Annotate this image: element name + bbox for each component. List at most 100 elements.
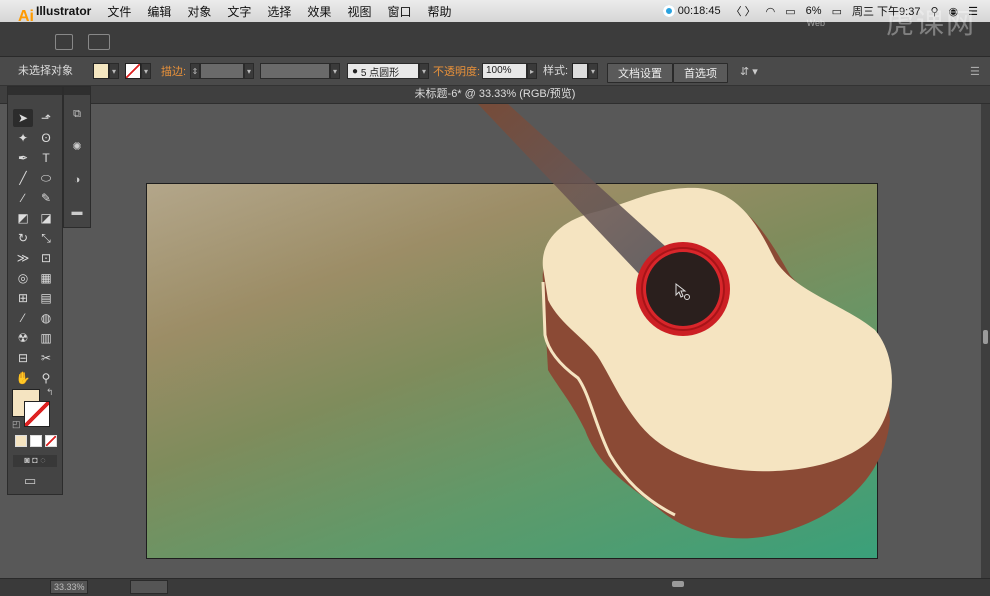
- chevron-down-icon[interactable]: ▾: [244, 63, 254, 79]
- fill-swatch[interactable]: [93, 63, 109, 79]
- fill-color-control[interactable]: ▾: [93, 63, 119, 79]
- arrange-documents-button[interactable]: [88, 34, 110, 50]
- menu-type[interactable]: 文字: [219, 3, 259, 20]
- stroke-weight-input[interactable]: [200, 63, 244, 79]
- stroke-label[interactable]: 描边:: [161, 63, 186, 79]
- wifi-icon[interactable]: ◠: [766, 5, 776, 18]
- artboard[interactable]: [146, 183, 878, 559]
- zoom-level-field[interactable]: 33.33%: [50, 580, 88, 594]
- brush-select[interactable]: ● 5 点圆形: [347, 63, 419, 79]
- width-tool-icon[interactable]: ≫: [13, 249, 33, 267]
- menu-effect[interactable]: 效果: [299, 3, 339, 20]
- gradient-panel-icon[interactable]: ▬: [69, 205, 85, 219]
- artboard-tool-icon[interactable]: ⊟: [13, 349, 33, 367]
- color-mode-icon[interactable]: [15, 435, 27, 447]
- mesh-tool-icon[interactable]: ⊞: [13, 289, 33, 307]
- menu-edit[interactable]: 编辑: [139, 3, 179, 20]
- airplay-icon[interactable]: ▭: [785, 5, 795, 18]
- none-mode-icon[interactable]: [45, 435, 57, 447]
- opacity-field[interactable]: 100% ▸: [482, 63, 537, 79]
- ellipse-tool-icon[interactable]: ⬭: [36, 169, 56, 187]
- pathfinder-panel-icon[interactable]: ◑: [69, 173, 85, 187]
- rotate-tool-icon[interactable]: ↻: [13, 229, 33, 247]
- artboards-panel-icon[interactable]: ⧉: [69, 107, 85, 121]
- menu-view[interactable]: 视图: [339, 3, 379, 20]
- recording-time: 00:18:45: [677, 5, 721, 17]
- illustrator-logo: Ai: [18, 8, 34, 25]
- opacity-label[interactable]: 不透明度:: [433, 63, 480, 79]
- graphic-style-control[interactable]: ▾: [572, 63, 598, 79]
- menu-window[interactable]: 窗口: [379, 3, 419, 20]
- document-tab-title[interactable]: 未标题-6* @ 33.33% (RGB/预览): [0, 86, 990, 104]
- stroke-weight-field[interactable]: ⇕ ▾: [190, 63, 254, 79]
- horizontal-scroll-thumb[interactable]: [672, 581, 684, 587]
- panels-strip-header[interactable]: [64, 87, 90, 95]
- swap-colors-icon[interactable]: ↰: [46, 387, 54, 398]
- opacity-input[interactable]: 100%: [482, 63, 527, 79]
- variable-width-profile[interactable]: ▾: [260, 63, 340, 79]
- menu-select[interactable]: 选择: [259, 3, 299, 20]
- panel-menu-icon[interactable]: ☰: [970, 63, 980, 79]
- perspective-grid-tool-icon[interactable]: ▦: [36, 269, 56, 287]
- chevron-down-icon[interactable]: ▾: [588, 63, 598, 79]
- tools-panel: ➤ ⬏ ✦ ʘ ✒ T ╱ ⬭ ∕ ✎ ◩ ◪ ↻ ⤡ ≫ ⊡ ◎ ▦ ⊞ ▤ …: [7, 86, 63, 495]
- battery-percent: 6%: [805, 5, 822, 17]
- stroke-color-control[interactable]: ▾: [125, 63, 151, 79]
- pencil-tool-icon[interactable]: ✎: [36, 189, 56, 207]
- menu-object[interactable]: 对象: [179, 3, 219, 20]
- hand-tool-icon[interactable]: ✋: [13, 369, 33, 387]
- pen-tool-icon[interactable]: ✒: [13, 149, 33, 167]
- default-colors-icon[interactable]: ◰: [12, 419, 21, 430]
- shaper-tool-icon[interactable]: ◩: [13, 209, 33, 227]
- gradient-tool-icon[interactable]: ▤: [36, 289, 56, 307]
- slice-tool-icon[interactable]: ✂: [36, 349, 56, 367]
- recording-indicator[interactable]: 00:18:45: [662, 5, 721, 17]
- magic-wand-tool-icon[interactable]: ✦: [13, 129, 33, 147]
- shape-builder-tool-icon[interactable]: ◎: [13, 269, 33, 287]
- brush-definition[interactable]: ● 5 点圆形 ▾: [347, 63, 429, 79]
- vertical-scroll-thumb[interactable]: [983, 330, 988, 344]
- blend-tool-icon[interactable]: ◍: [36, 309, 56, 327]
- stroke-none-swatch[interactable]: [125, 63, 141, 79]
- zoom-tool-icon[interactable]: ⚲: [36, 369, 56, 387]
- selection-tool-icon[interactable]: ➤: [13, 109, 33, 127]
- chevron-down-icon[interactable]: ▾: [141, 63, 151, 79]
- menu-file[interactable]: 文件: [99, 3, 139, 20]
- symbol-sprayer-tool-icon[interactable]: ☢: [13, 329, 33, 347]
- lasso-tool-icon[interactable]: ʘ: [36, 129, 56, 147]
- stroke-color-swatch[interactable]: [24, 401, 50, 427]
- screen-mode-icon[interactable]: ▭: [24, 473, 36, 489]
- direct-selection-tool-icon[interactable]: ⬏: [36, 109, 56, 127]
- code-brackets-icon[interactable]: 〈 〉: [731, 3, 756, 19]
- chevron-down-icon[interactable]: ▾: [330, 63, 340, 79]
- battery-icon[interactable]: ▭: [832, 5, 842, 18]
- paintbrush-tool-icon[interactable]: ∕: [13, 189, 33, 207]
- chevron-down-icon[interactable]: ▾: [109, 63, 119, 79]
- brush-name: 5 点圆形: [360, 67, 400, 79]
- arrange-options-icon[interactable]: ⇵ ▾: [740, 63, 758, 79]
- artboard-navigation[interactable]: [130, 580, 168, 594]
- gradient-mode-icon[interactable]: [30, 435, 42, 447]
- color-guide-panel-icon[interactable]: ✺: [69, 139, 85, 153]
- free-transform-tool-icon[interactable]: ⊡: [36, 249, 56, 267]
- tools-panel-header[interactable]: [8, 87, 62, 95]
- chevron-right-icon[interactable]: ▸: [527, 63, 537, 79]
- preferences-button[interactable]: 首选项: [673, 63, 728, 83]
- scale-tool-icon[interactable]: ⤡: [36, 229, 56, 247]
- app-menu[interactable]: Illustrator: [28, 4, 99, 18]
- bridge-button[interactable]: [55, 34, 73, 50]
- document-setup-button[interactable]: 文档设置: [607, 63, 673, 83]
- type-tool-icon[interactable]: T: [36, 149, 56, 167]
- watermark-web-label: Web: [806, 18, 825, 28]
- column-graph-tool-icon[interactable]: ▥: [36, 329, 56, 347]
- menu-help[interactable]: 帮助: [419, 3, 459, 20]
- draw-mode-icons[interactable]: ◙ ◘ ◌: [13, 455, 57, 467]
- stepper-icon[interactable]: ⇕: [190, 63, 200, 79]
- line-segment-tool-icon[interactable]: ╱: [13, 169, 33, 187]
- eyedropper-tool-icon[interactable]: ⁄: [13, 309, 33, 327]
- selection-status: 未选择对象: [18, 65, 73, 77]
- chevron-down-icon[interactable]: ▾: [419, 63, 429, 79]
- width-profile-select[interactable]: [260, 63, 330, 79]
- graphic-style-swatch[interactable]: [572, 63, 588, 79]
- eraser-tool-icon[interactable]: ◪: [36, 209, 56, 227]
